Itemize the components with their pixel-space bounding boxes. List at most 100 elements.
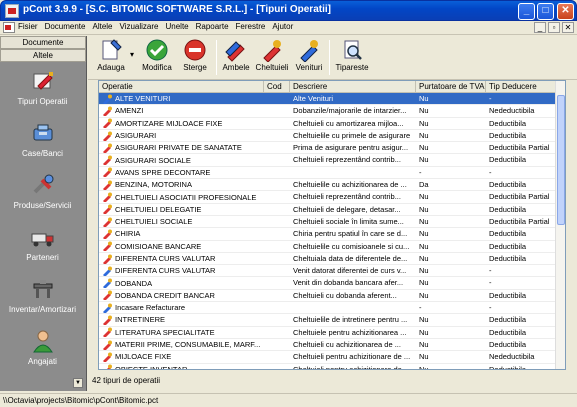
cell-cod — [264, 179, 290, 190]
document-icon[interactable] — [3, 22, 15, 33]
table-row[interactable]: CHELTUIELI SOCIALE Cheltuieli sociale în … — [99, 216, 565, 229]
table-row[interactable]: ALTE VENITURI Alte Venituri Nu - — [99, 93, 565, 106]
cell-tip-deducere: Deductibila — [489, 130, 527, 140]
edit-button[interactable]: Modifica — [140, 38, 174, 72]
table-row[interactable]: AVANS SPRE DECONTARE - - — [99, 167, 565, 180]
cell-cod — [264, 130, 290, 141]
table-row[interactable]: OBIECTE INVENTAR Cheltuieli pentru achizi… — [99, 364, 565, 369]
table-row[interactable]: CHIRIA Chiria pentru spatiul în care se d… — [99, 228, 565, 241]
operation-name: AMENZI — [115, 106, 144, 116]
table-row[interactable]: DOBANDA CREDIT BANCAR Cheltuieli cu doban… — [99, 290, 565, 303]
table-row[interactable]: INTRETINERE Cheltuielile de intretinere p… — [99, 314, 565, 327]
filter-venituri-button[interactable]: Venituri — [292, 38, 326, 72]
sidebar-item-parteneri[interactable]: Parteneri — [0, 224, 85, 276]
add-button[interactable]: Adauga — [94, 38, 128, 72]
cell-tva: Nu — [419, 327, 429, 337]
filter-ambele-label: Ambele — [222, 63, 250, 72]
filter-cheltuieli-label: Cheltuieli — [255, 63, 289, 72]
menu-ferestre[interactable]: Ferestre — [236, 22, 266, 31]
mdi-minimize-button[interactable]: _ — [534, 22, 546, 33]
menu-unelte[interactable]: Unelte — [165, 22, 188, 31]
table-row[interactable]: ASIGURARI Cheltuielile cu primele de asig… — [99, 130, 565, 143]
menu-documente[interactable]: Documente — [45, 22, 86, 31]
cell-descriere: Cheltuieli reprezentând contrib... — [293, 155, 401, 165]
table-row[interactable]: ASIGURARI PRIVATE DE SANATATE Prima de as… — [99, 142, 565, 155]
cell-descriere: Cheltuielile de intretinere pentru ... — [293, 315, 408, 325]
cell-operatie: CHELTUIELI SOCIALE — [99, 216, 264, 227]
expense-icon — [103, 131, 112, 141]
add-dropdown-arrow[interactable]: ▾ — [128, 50, 136, 59]
minimize-button[interactable]: _ — [518, 3, 535, 20]
cell-operatie: AMENZI — [99, 105, 264, 116]
sidebar-item-angajati[interactable]: Angajati — [0, 328, 85, 380]
table-row[interactable]: AMENZI Dobanzile/majorarile de intarzier.… — [99, 105, 565, 118]
table-vertical-scrollbar[interactable] — [555, 81, 565, 369]
sidebar-scroll-down-button[interactable]: ▼ — [73, 378, 83, 388]
sidebar-item-case-banci[interactable]: Case/Banci — [0, 120, 85, 172]
app-icon[interactable] — [5, 4, 19, 18]
sidebar-tab-documente[interactable]: Documente — [0, 36, 86, 49]
operation-name: DOBANDA CREDIT BANCAR — [115, 290, 215, 300]
cell-descriere: Cheltuieli de delegare, detasar... — [293, 204, 401, 214]
table-row[interactable]: CHELTUIELI ASOCIATII PROFESIONALE Cheltui… — [99, 191, 565, 204]
close-button[interactable]: ✕ — [557, 3, 574, 20]
print-button[interactable]: Tipareste — [334, 38, 370, 72]
column-header-cod[interactable]: Cod — [264, 81, 290, 92]
table-row[interactable]: LITERATURA SPECIALITATE Cheltuiele pentru… — [99, 327, 565, 339]
expense-icon — [103, 217, 112, 227]
scrollbar-thumb[interactable] — [557, 95, 565, 225]
print-label: Tipareste — [335, 63, 369, 72]
sidebar-item-inventar-amortizari[interactable]: Inventar/Amortizari — [0, 276, 85, 328]
menu-fisier[interactable]: Fisier — [18, 22, 38, 31]
menu-ajutor[interactable]: Ajutor — [272, 22, 293, 31]
menu-vizualizare[interactable]: Vizualizare — [120, 22, 159, 31]
filter-ambele-button[interactable]: Ambele — [220, 38, 252, 72]
filter-cheltuieli-button[interactable]: Cheltuieli — [254, 38, 290, 72]
table-row[interactable]: ASIGURARI SOCIALE Cheltuieli reprezentând… — [99, 154, 565, 167]
table-row[interactable]: COMISIOANE BANCARE Cheltuielile cu comisi… — [99, 241, 565, 253]
cell-descriere: Cheltuiala data de diferentele de... — [293, 253, 408, 263]
delete-button[interactable]: Sterge — [178, 38, 212, 72]
sidebar-item-tipuri-operatii[interactable]: Tipuri Operatii — [0, 68, 85, 120]
mdi-close-button[interactable]: ✕ — [562, 22, 574, 33]
bank-icon — [33, 124, 52, 141]
table-row[interactable]: DOBANDA Venit din dobanda bancara afer...… — [99, 277, 565, 290]
mdi-restore-button[interactable]: ▫ — [548, 22, 560, 33]
cell-tva: Nu — [419, 118, 429, 128]
table-row[interactable]: BENZINA, MOTORINA Cheltuielile cu achizit… — [99, 179, 565, 192]
column-header-tip-deducere[interactable]: Tip Deducere — [486, 81, 557, 92]
sidebar-tab-altele[interactable]: Altele — [0, 49, 86, 62]
operation-name: LITERATURA SPECIALITATE — [115, 327, 215, 337]
cell-tip-deducere: Nedeductibila — [489, 106, 535, 116]
menu-altele[interactable]: Altele — [92, 22, 112, 31]
inventory-icon — [33, 280, 52, 298]
cell-tva: Nu — [419, 94, 429, 103]
cell-tva: Nu — [419, 216, 429, 226]
table-row[interactable]: CHELTUIELI DELEGATIE Cheltuieli de delega… — [99, 204, 565, 216]
operation-name: DIFERENTA CURS VALUTAR — [115, 254, 216, 263]
sidebar-item-label: Parteneri — [26, 253, 59, 262]
sidebar-item-produse-servicii[interactable]: Produse/Servicii — [0, 172, 85, 224]
table-row[interactable]: MIJLOACE FIXE Cheltuieli pentru achizitio… — [99, 351, 565, 364]
menu-rapoarte[interactable]: Rapoarte — [196, 22, 229, 31]
table-row[interactable]: MATERII PRIME, CONSUMABILE, MARF... Chelt… — [99, 339, 565, 352]
products-icon — [33, 174, 53, 194]
table-row[interactable]: AMORTIZARE MIJLOACE FIXE Cheltuieli cu am… — [99, 118, 565, 130]
cell-tip-deducere: Deductibila Partial — [489, 143, 550, 153]
expense-icon — [103, 340, 112, 350]
operation-name: INTRETINERE — [115, 315, 166, 325]
maximize-button[interactable]: □ — [537, 3, 554, 20]
column-header-operatie[interactable]: Operatie — [99, 81, 264, 92]
column-header-descriere[interactable]: Descriere — [290, 81, 416, 92]
cell-cod — [264, 118, 290, 129]
operation-name: AMORTIZARE MIJLOACE FIXE — [115, 118, 223, 128]
cell-descriere — [290, 167, 416, 178]
table-row[interactable]: Incasare Refacturare - - — [99, 302, 565, 315]
title-bar[interactable]: pCont 3.9.9 - [S.C. BITOMIC SOFTWARE S.R… — [0, 0, 577, 21]
table-row[interactable]: DIFERENTA CURS VALUTAR Cheltuiala data de… — [99, 253, 565, 266]
delete-icon — [184, 39, 206, 61]
operations-table[interactable]: Operatie Cod Descriere Purtatoare de TVA… — [98, 80, 566, 370]
column-header-tva[interactable]: Purtatoare de TVA — [416, 81, 486, 92]
cell-tva: Da — [419, 180, 429, 190]
table-row[interactable]: DIFERENTA CURS VALUTAR Venit datorat dife… — [99, 265, 565, 278]
